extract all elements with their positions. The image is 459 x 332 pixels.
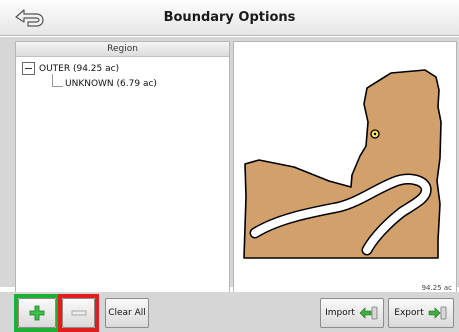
clear-all-button[interactable]: Clear All (105, 298, 149, 328)
import-label: Import (325, 308, 355, 318)
area-label: 94.25 ac (421, 284, 452, 292)
region-list: Region OUTER (94.25 ac) UNKNOWN (6.79 ac… (15, 41, 230, 295)
tree-item-label: UNKNOWN (6.79 ac) (65, 79, 157, 89)
remove-button[interactable] (62, 298, 95, 328)
title-bar: Boundary Options (0, 0, 459, 36)
tree-item-unknown[interactable]: UNKNOWN (6.79 ac) (65, 79, 157, 89)
collapse-toggle-icon[interactable] (22, 62, 35, 75)
plus-icon (29, 305, 45, 321)
back-arrow-icon (15, 9, 44, 27)
export-button[interactable]: Export (388, 298, 454, 328)
boundary-map[interactable]: 94.25 ac (233, 41, 457, 295)
field-boundary-shape (243, 69, 442, 259)
import-button[interactable]: Import (320, 298, 384, 328)
minus-icon (71, 310, 86, 316)
export-icon (428, 305, 448, 321)
add-button[interactable] (18, 298, 56, 328)
tree-item-label: OUTER (94.25 ac) (39, 63, 120, 74)
content-area: Region OUTER (94.25 ac) UNKNOWN (6.79 ac… (0, 37, 459, 295)
region-column-header: Region (16, 42, 229, 57)
back-button[interactable] (12, 5, 46, 31)
export-label: Export (394, 308, 424, 318)
import-icon (359, 305, 379, 321)
page-title: Boundary Options (163, 10, 296, 25)
tree-connector (52, 74, 63, 87)
tree-item-outer[interactable]: OUTER (94.25 ac) (22, 62, 119, 75)
location-marker-icon (370, 129, 380, 139)
